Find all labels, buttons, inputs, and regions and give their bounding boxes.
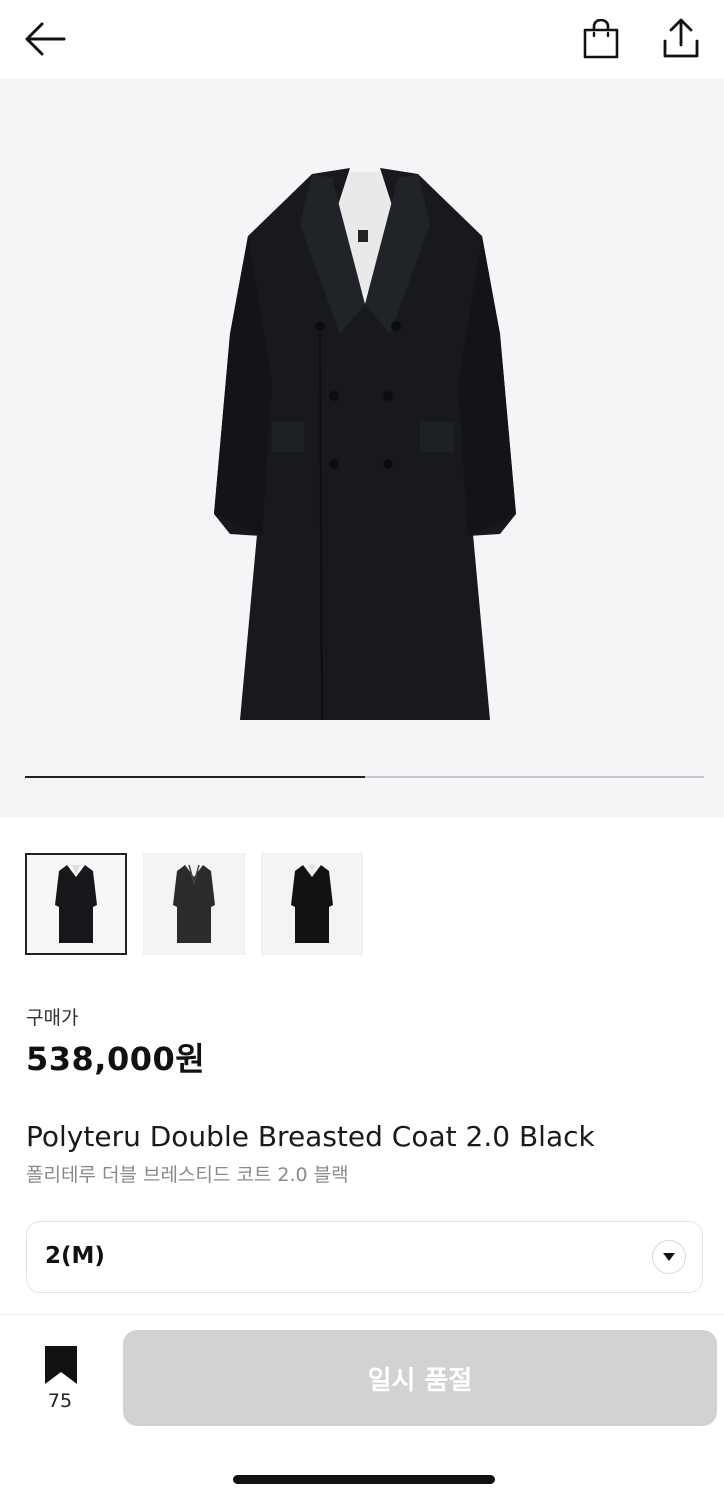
bottom-bar-divider bbox=[0, 1314, 724, 1315]
back-button[interactable] bbox=[18, 14, 72, 64]
bookmark-icon bbox=[45, 1346, 77, 1384]
carousel-progress-bar bbox=[25, 776, 704, 778]
product-name-korean: 폴리테루 더블 브레스티드 코트 2.0 블랙 bbox=[26, 1164, 349, 1186]
wishlist-count: 75 bbox=[47, 1390, 73, 1412]
product-image-carousel[interactable] bbox=[0, 78, 724, 818]
coat-thumbnail-image bbox=[291, 865, 333, 943]
coat-image bbox=[214, 168, 516, 721]
shopping-bag-button[interactable] bbox=[574, 14, 628, 64]
home-indicator bbox=[233, 1475, 495, 1484]
coat-thumbnail-image bbox=[55, 865, 97, 943]
thumbnail-3[interactable] bbox=[261, 853, 363, 955]
size-select-value: 2(M) bbox=[45, 1243, 105, 1269]
share-button[interactable] bbox=[654, 12, 708, 64]
carousel-progress-fill bbox=[25, 776, 365, 778]
thumbnail-1[interactable] bbox=[25, 853, 127, 955]
thumbnail-strip bbox=[25, 853, 363, 957]
product-name-english: Polyteru Double Breasted Coat 2.0 Black bbox=[26, 1120, 595, 1153]
chevron-down-circle-icon bbox=[652, 1240, 686, 1274]
size-select[interactable]: 2(M) bbox=[26, 1221, 703, 1293]
wishlist-button[interactable]: 75 bbox=[30, 1340, 90, 1416]
top-bar bbox=[0, 0, 724, 78]
share-upload-icon bbox=[663, 18, 699, 58]
price-value: 538,000원 bbox=[26, 1040, 206, 1078]
price-label: 구매가 bbox=[26, 1007, 79, 1029]
sold-out-button[interactable]: 일시 품절 bbox=[123, 1330, 717, 1426]
thumbnail-2[interactable] bbox=[143, 853, 245, 955]
coat-thumbnail-image bbox=[173, 864, 215, 943]
arrow-left-icon bbox=[25, 22, 66, 56]
shopping-bag-icon bbox=[583, 19, 619, 59]
